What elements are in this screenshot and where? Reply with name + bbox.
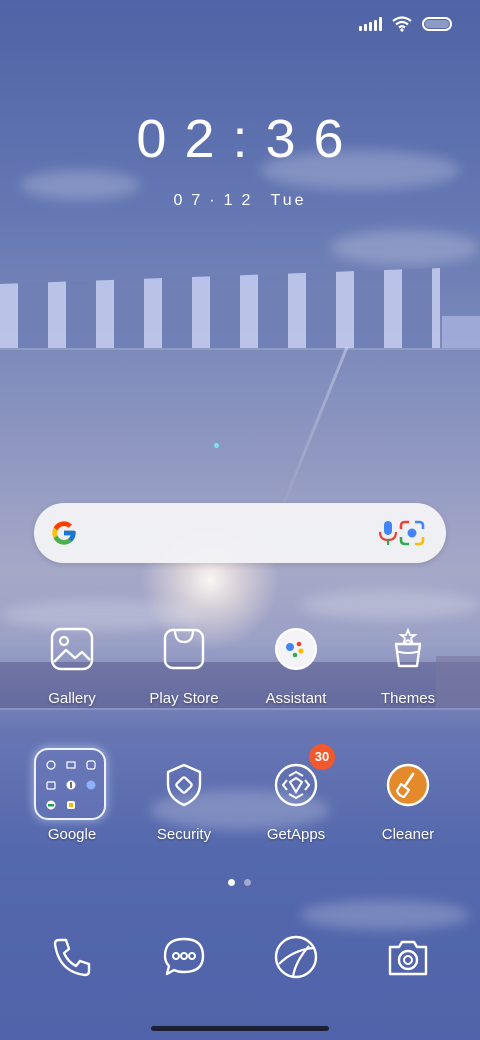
folder-google-label-wrap[interactable]: Google — [17, 826, 127, 843]
battery-icon — [422, 17, 452, 31]
security-icon — [159, 760, 209, 810]
app-gallery[interactable]: Gallery — [17, 624, 127, 707]
camera-icon — [383, 932, 433, 982]
app-security[interactable]: Security — [129, 760, 239, 843]
app-label: Play Store — [149, 690, 219, 707]
app-label: Gallery — [48, 690, 96, 707]
mini-app-icon — [66, 761, 76, 769]
status-bar — [359, 16, 452, 32]
cleaner-icon — [383, 760, 433, 810]
page-dot[interactable] — [244, 879, 251, 886]
gallery-icon — [47, 624, 97, 674]
wifi-icon — [392, 16, 412, 32]
page-dot-active[interactable] — [228, 879, 235, 886]
decorative-dot — [214, 443, 219, 448]
dock-camera[interactable] — [353, 932, 463, 982]
browser-icon — [271, 932, 321, 982]
google-g-icon — [52, 521, 76, 545]
getapps-icon: 30 — [271, 744, 335, 810]
notification-badge: 30 — [309, 744, 335, 770]
google-lens-icon[interactable] — [398, 519, 426, 547]
themes-icon — [383, 624, 433, 674]
date-weekday: Tue — [270, 192, 307, 209]
mic-icon[interactable] — [376, 519, 400, 547]
phone-icon — [47, 932, 97, 982]
dock-browser[interactable] — [241, 932, 351, 982]
home-gesture-bar[interactable] — [151, 1026, 329, 1031]
dock-phone[interactable] — [17, 932, 127, 982]
mini-app-icon — [86, 780, 96, 790]
mini-app-icon — [46, 781, 56, 790]
app-label: Assistant — [265, 690, 327, 707]
google-search-bar[interactable] — [34, 503, 446, 563]
app-assistant[interactable]: Assistant — [241, 624, 351, 707]
mini-app-icon — [66, 780, 76, 790]
app-cleaner[interactable]: Cleaner — [353, 760, 463, 843]
app-label: Cleaner — [381, 826, 435, 843]
app-label: Themes — [380, 690, 436, 707]
date-numeric: 07·12 — [173, 192, 260, 209]
signal-bars-icon — [359, 17, 382, 31]
mini-app-icon — [86, 760, 96, 770]
app-label: Security — [156, 826, 212, 843]
app-themes[interactable]: Themes — [353, 624, 463, 707]
dock-messages[interactable] — [129, 932, 239, 982]
app-getapps[interactable]: 30 GetApps — [241, 744, 351, 843]
play-store-icon — [159, 624, 209, 674]
mini-app-icon — [46, 800, 56, 810]
assistant-icon — [271, 624, 321, 674]
building-silhouette-top — [0, 268, 440, 348]
app-play-store[interactable]: Play Store — [129, 624, 239, 707]
folder-google[interactable] — [34, 748, 106, 820]
clock-date[interactable]: 07·12 Tue — [0, 192, 480, 210]
messages-icon — [159, 932, 209, 982]
clock-time[interactable]: 02:36 — [0, 108, 480, 170]
app-label: Google — [47, 826, 97, 843]
app-label: GetApps — [266, 826, 326, 843]
mini-app-icon — [67, 801, 75, 809]
page-indicator[interactable] — [228, 879, 251, 886]
mini-app-icon — [46, 760, 56, 770]
